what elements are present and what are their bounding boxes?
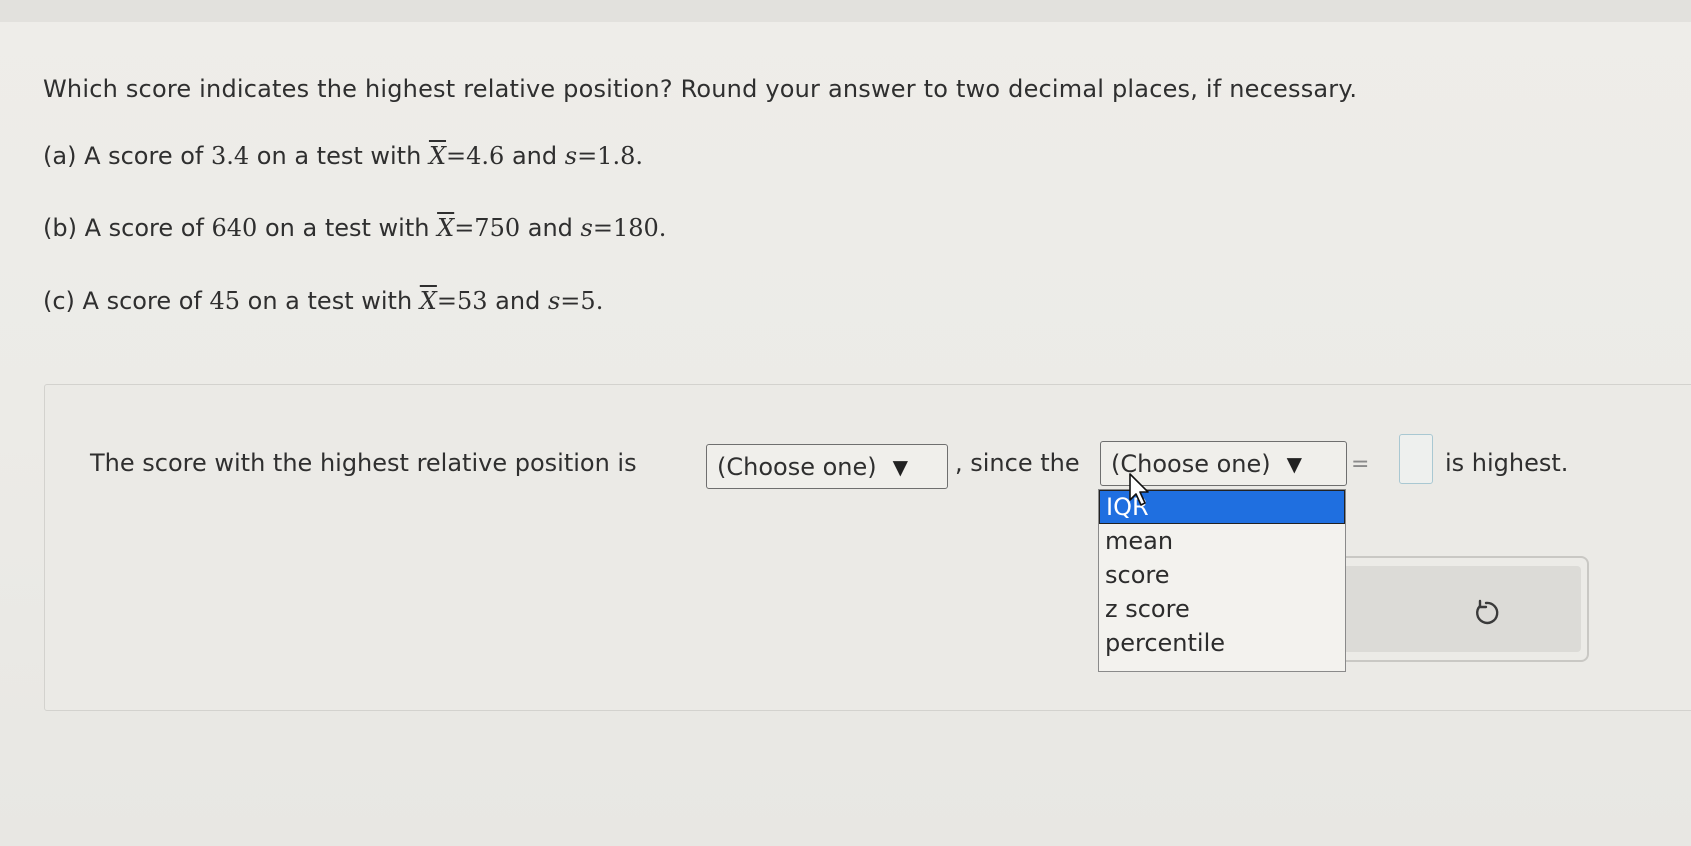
measure-dropdown-list: IQR mean score z score percentile bbox=[1098, 489, 1346, 672]
equals-sign: = bbox=[1351, 452, 1370, 477]
dropdown-option-z-score[interactable]: z score bbox=[1099, 592, 1345, 626]
part-a: (a) A score of 3.4 on a test with X=4.6 … bbox=[43, 142, 643, 170]
dropdown-option-mean[interactable]: mean bbox=[1099, 524, 1345, 558]
dropdown-option-percentile[interactable]: percentile bbox=[1099, 626, 1345, 660]
dropdown-arrow-icon: ▼ bbox=[892, 454, 909, 479]
top-band bbox=[0, 0, 1691, 22]
dropdown-option-score[interactable]: score bbox=[1099, 558, 1345, 592]
answer-sentence-start: The score with the highest relative posi… bbox=[90, 449, 637, 477]
mouse-pointer-icon bbox=[1129, 473, 1149, 506]
question-text: Which score indicates the highest relati… bbox=[43, 75, 1358, 103]
answer-sentence-mid: , since the bbox=[955, 449, 1080, 477]
action-panel bbox=[1325, 556, 1589, 662]
part-c: (c) A score of 45 on a test with X=53 an… bbox=[43, 287, 604, 315]
answer-sentence-end: is highest. bbox=[1445, 449, 1569, 477]
page: Which score indicates the highest relati… bbox=[0, 0, 1691, 846]
dropdown-arrow-icon: ▼ bbox=[1286, 451, 1303, 476]
score-select[interactable]: (Choose one) ▼ bbox=[706, 444, 948, 489]
action-panel-inner bbox=[1333, 566, 1581, 652]
score-select-value: (Choose one) bbox=[717, 452, 877, 481]
reset-icon[interactable] bbox=[1471, 598, 1501, 628]
answer-value-input[interactable] bbox=[1399, 434, 1433, 484]
part-b: (b) A score of 640 on a test with X=750 … bbox=[43, 214, 667, 242]
